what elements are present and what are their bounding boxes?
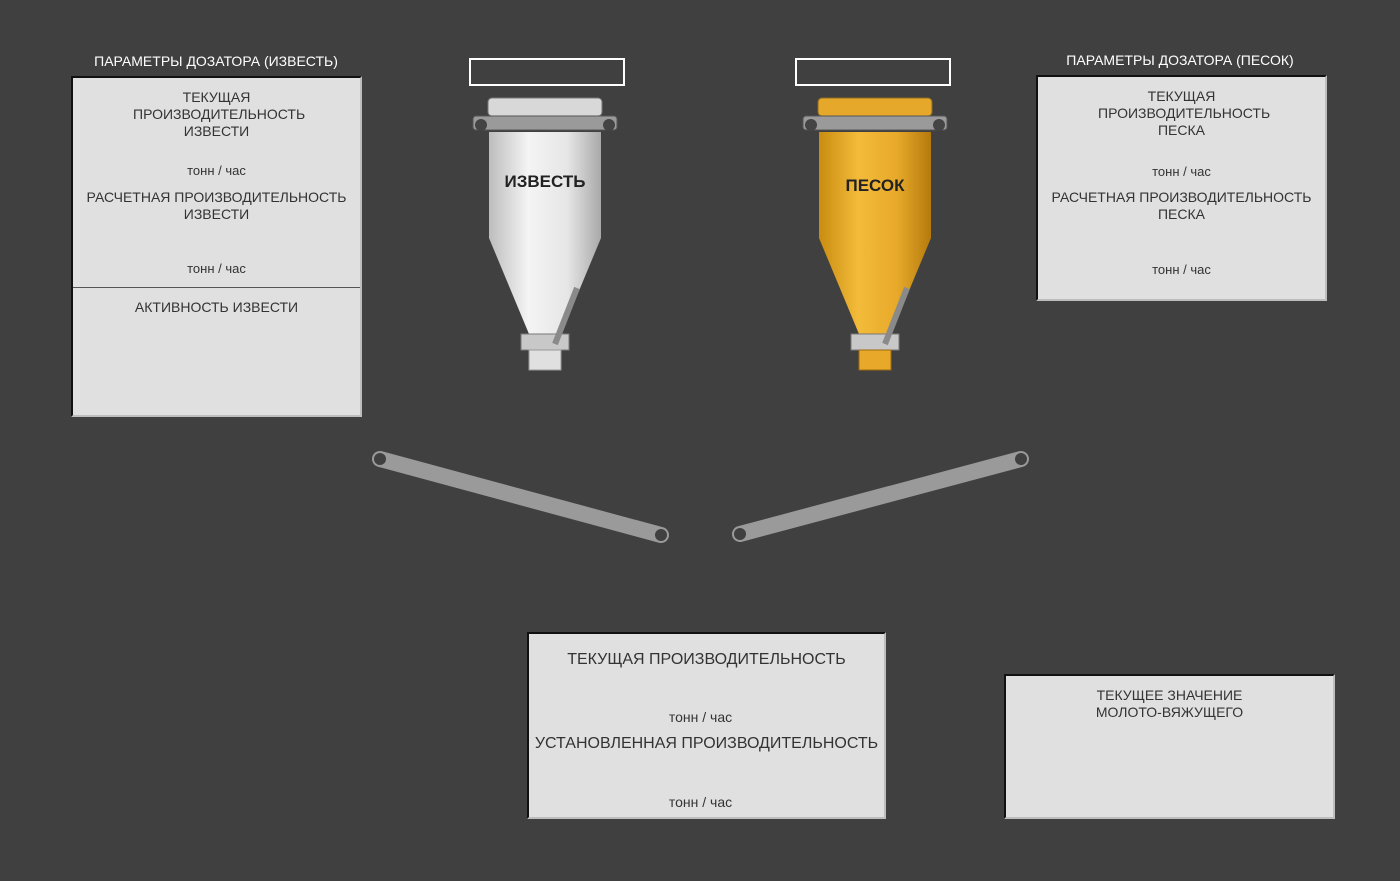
lime-section-title: ПАРАМЕТРЫ ДОЗАТОРА (ИЗВЕСТЬ) [94, 53, 338, 69]
mixer-panel: ТЕКУЩАЯ ПРОИЗВОДИТЕЛЬНОСТЬ тонн / час УС… [527, 632, 886, 819]
lime-params-panel: ТЕКУЩАЯ ПРОИЗВОДИТЕЛЬНОСТЬ ИЗВЕСТИ тонн … [71, 76, 362, 417]
lime-current-unit: тонн / час [187, 163, 246, 178]
sand-current-unit: тонн / час [1152, 164, 1211, 179]
lime-hopper-icon [472, 97, 618, 371]
binder-label: ТЕКУЩЕЕ ЗНАЧЕНИЕ МОЛОТО-ВЯЖУЩЕГО [1095, 687, 1244, 720]
sand-current-label: ТЕКУЩАЯ ПРОИЗВОДИТЕЛЬНОСТЬ ПЕСКА [1098, 88, 1271, 138]
mixer-set-label: УСТАНОВЛЕННАЯ ПРОИЗВОДИТЕЛЬНОСТЬ [534, 735, 879, 752]
lime-hopper-label: ИЗВЕСТЬ [504, 172, 586, 191]
sand-hopper-icon [802, 97, 948, 371]
lime-activity-label: АКТИВНОСТЬ ИЗВЕСТИ [134, 299, 299, 315]
binder-panel: ТЕКУЩЕЕ ЗНАЧЕНИЕ МОЛОТО-ВЯЖУЩЕГО [1004, 674, 1335, 819]
mixer-current-unit: тонн / час [668, 709, 733, 725]
mixer-current-label: ТЕКУЩАЯ ПРОИЗВОДИТЕЛЬНОСТЬ [567, 651, 846, 668]
lime-calc-label: РАСЧЕТНАЯ ПРОИЗВОДИТЕЛЬНОСТЬ ИЗВЕСТИ [86, 189, 347, 222]
sand-hopper: ПЕСОК [795, 92, 955, 378]
sand-calc-label: РАСЧЕТНАЯ ПРОИЗВОДИТЕЛЬНОСТЬ ПЕСКА [1051, 189, 1312, 222]
lime-conveyor [372, 451, 669, 543]
sand-params-panel: ТЕКУЩАЯ ПРОИЗВОДИТЕЛЬНОСТЬ ПЕСКА тонн / … [1036, 75, 1327, 301]
lime-value-box[interactable] [469, 58, 625, 86]
lime-panel-divider [73, 287, 360, 288]
sand-conveyor [732, 451, 1029, 542]
lime-calc-unit: тонн / час [187, 261, 246, 276]
sand-calc-unit: тонн / час [1152, 262, 1211, 277]
sand-value-box[interactable] [795, 58, 951, 86]
mixer-set-unit: тонн / час [668, 794, 733, 810]
lime-current-label: ТЕКУЩАЯ ПРОИЗВОДИТЕЛЬНОСТЬ ИЗВЕСТИ [133, 89, 306, 139]
lime-hopper: ИЗВЕСТЬ [465, 92, 625, 378]
sand-hopper-label: ПЕСОК [845, 176, 905, 195]
sand-section-title: ПАРАМЕТРЫ ДОЗАТОРА (ПЕСОК) [1066, 52, 1294, 68]
